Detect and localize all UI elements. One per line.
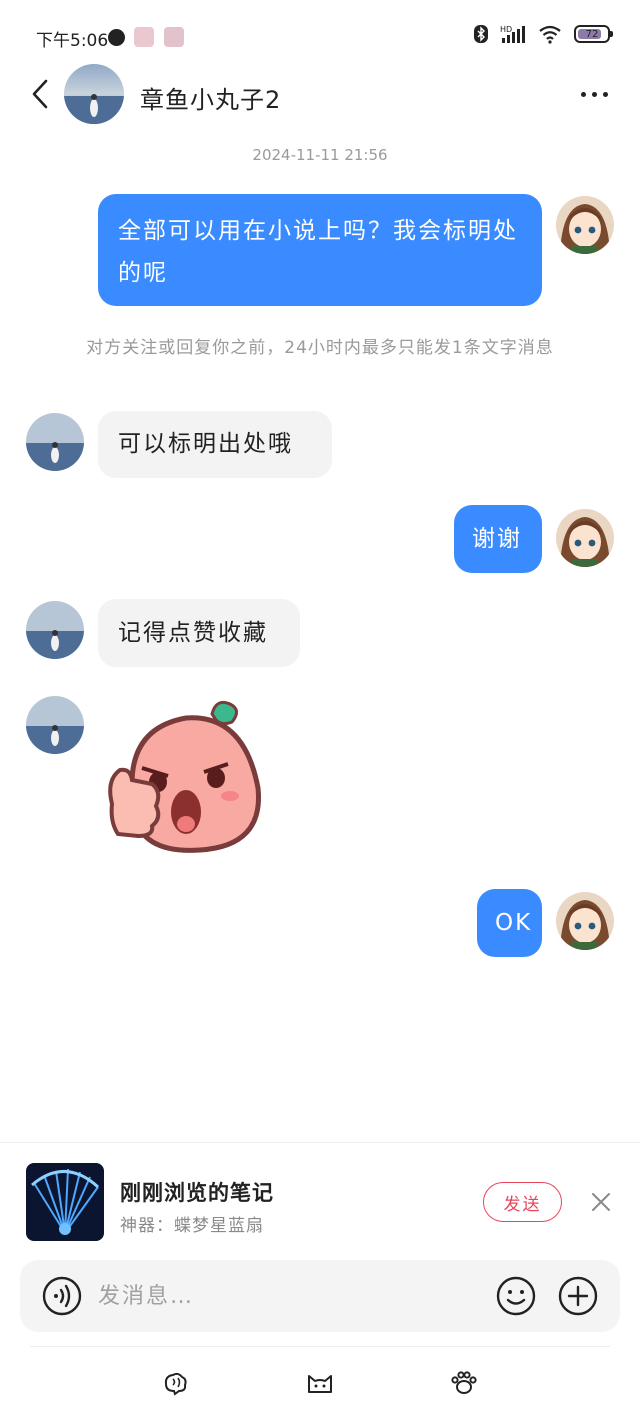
message-text: OK (495, 910, 533, 936)
chat-timestamp: 2024-11-11 21:56 (252, 146, 388, 164)
chat-header: 章鱼小丸子2 (0, 60, 640, 130)
battery-level: 72 (585, 28, 599, 40)
message-input[interactable] (98, 1276, 478, 1316)
contact-message-avatar[interactable] (26, 601, 84, 659)
close-icon (592, 1193, 610, 1211)
message-text: 谢谢 (472, 526, 522, 552)
outgoing-message[interactable]: 全部可以用在小说上吗？我会标明处的呢 (98, 194, 542, 306)
status-bar: 下午5:06 HD 72 (0, 0, 640, 60)
system-notice: 对方关注或回复你之前，24小时内最多只能发1条文字消息 (86, 338, 554, 358)
my-avatar[interactable] (556, 196, 614, 254)
app-icon-1 (134, 27, 154, 47)
contact-name[interactable]: 章鱼小丸子2 (140, 80, 281, 115)
close-note-panel-button[interactable] (586, 1187, 616, 1217)
back-button[interactable] (22, 72, 58, 116)
incoming-message[interactable]: 可以标明出处哦 (98, 411, 332, 478)
recent-note-panel: 刚刚浏览的笔记 神器：蝶梦星蓝扇 发送 (0, 1142, 640, 1252)
send-note-button[interactable]: 发送 (483, 1182, 562, 1222)
app-icon-2 (164, 27, 184, 47)
my-avatar[interactable] (556, 892, 614, 950)
battery-icon: 72 (574, 25, 613, 43)
svg-text:HD: HD (500, 25, 512, 34)
note-title: 刚刚浏览的笔记 (120, 1181, 274, 1205)
contact-avatar[interactable] (64, 64, 124, 124)
wifi-icon (539, 25, 561, 44)
note-thumbnail[interactable] (26, 1163, 104, 1241)
more-dots-icon (580, 91, 586, 97)
app-notification-icon (108, 29, 125, 46)
incoming-message[interactable]: 记得点赞收藏 (98, 599, 300, 667)
smiley-icon (496, 1276, 536, 1316)
contact-message-avatar[interactable] (26, 696, 84, 754)
nav-brain-icon[interactable] (162, 1370, 190, 1398)
message-input-bar (20, 1260, 620, 1332)
divider (30, 1346, 610, 1347)
chevron-left-icon (32, 79, 48, 109)
contact-message-avatar[interactable] (26, 413, 84, 471)
angry-thumbs-up-sticker[interactable] (104, 696, 268, 858)
status-right-group: HD 72 (474, 24, 613, 44)
nav-cat-icon[interactable] (306, 1370, 334, 1398)
more-actions-button[interactable] (558, 1276, 598, 1316)
plus-icon (558, 1276, 598, 1316)
message-text: 可以标明出处哦 (118, 431, 293, 457)
more-options-button[interactable] (574, 80, 614, 108)
message-text: 全部可以用在小说上吗？我会标明处的呢 (118, 218, 518, 286)
bluetooth-icon (474, 25, 488, 43)
emoji-button[interactable] (496, 1276, 536, 1316)
note-subtitle: 神器：蝶梦星蓝扇 (120, 1216, 264, 1236)
outgoing-message[interactable]: 谢谢 (454, 505, 542, 573)
voice-icon (42, 1276, 82, 1316)
message-text: 记得点赞收藏 (118, 620, 268, 646)
voice-button[interactable] (42, 1276, 82, 1316)
my-avatar[interactable] (556, 509, 614, 567)
outgoing-message[interactable]: OK (477, 889, 542, 957)
nav-paw-icon[interactable] (450, 1370, 478, 1398)
bottom-nav (0, 1364, 640, 1404)
status-time: 下午5:06 (36, 31, 109, 51)
hd-signal-icon: HD (500, 25, 525, 43)
